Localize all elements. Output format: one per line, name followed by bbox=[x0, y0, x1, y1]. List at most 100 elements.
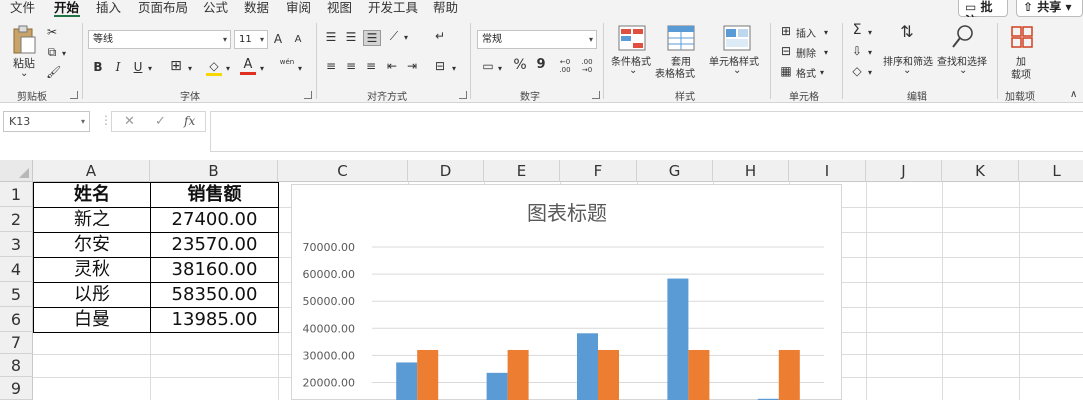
align-bottom-icon[interactable]: ☰ bbox=[363, 30, 381, 46]
orientation-icon[interactable]: ⟋ bbox=[386, 29, 402, 43]
select-all-button[interactable] bbox=[0, 160, 33, 182]
insert-function-icon[interactable]: fx bbox=[184, 114, 195, 128]
format-dropdown-icon[interactable]: ▾ bbox=[818, 66, 826, 80]
menu-developer[interactable]: 开发工具 bbox=[368, 0, 418, 17]
conditional-format-icon[interactable] bbox=[618, 25, 646, 51]
accounting-format-icon[interactable]: ▭ bbox=[480, 59, 496, 73]
fill-dropdown-icon[interactable]: ▾ bbox=[866, 46, 874, 60]
header-cell-name[interactable]: 姓名 bbox=[34, 182, 150, 207]
underline-button[interactable]: U bbox=[132, 60, 144, 74]
merge-dropdown-icon[interactable]: ▾ bbox=[450, 62, 458, 76]
align-top-icon[interactable]: ☰ bbox=[323, 30, 339, 44]
font-color-icon[interactable]: A bbox=[240, 58, 256, 75]
copy-dropdown-icon[interactable]: ▾ bbox=[60, 47, 68, 61]
fill-color-icon[interactable]: ◇ bbox=[206, 59, 222, 76]
sales-cell[interactable]: 27400.00 bbox=[151, 207, 278, 232]
menu-formulas[interactable]: 公式 bbox=[203, 0, 228, 17]
column-header-k[interactable]: K bbox=[942, 160, 1019, 182]
menu-data[interactable]: 数据 bbox=[244, 0, 269, 17]
fill-icon[interactable]: ⇩ bbox=[850, 44, 864, 58]
number-format-select[interactable]: 常规 ▾ bbox=[477, 30, 597, 49]
row-header-1[interactable]: 1 bbox=[0, 182, 33, 207]
format-cells-icon[interactable]: ▦ bbox=[778, 64, 794, 78]
column-header-d[interactable]: D bbox=[408, 160, 484, 182]
format-as-table-label-2[interactable]: 表格格式 bbox=[655, 65, 695, 80]
align-left-icon[interactable]: ≡ bbox=[323, 59, 339, 73]
font-size-select[interactable]: 11 ▾ bbox=[234, 30, 268, 49]
font-name-select[interactable]: 等线 ▾ bbox=[88, 30, 231, 49]
menu-view[interactable]: 视图 bbox=[327, 0, 352, 17]
menu-file[interactable]: 文件 bbox=[10, 0, 35, 17]
formula-input[interactable] bbox=[210, 111, 1083, 152]
paste-icon[interactable] bbox=[11, 25, 37, 55]
column-header-l[interactable]: L bbox=[1019, 160, 1083, 182]
column-header-e[interactable]: E bbox=[484, 160, 560, 182]
borders-dropdown-icon[interactable]: ▾ bbox=[186, 62, 194, 76]
underline-dropdown-icon[interactable]: ▾ bbox=[146, 62, 154, 76]
menu-insert[interactable]: 插入 bbox=[96, 0, 121, 17]
column-header-j[interactable]: J bbox=[866, 160, 942, 182]
name-cell[interactable]: 新之 bbox=[34, 207, 150, 232]
column-header-c[interactable]: C bbox=[278, 160, 408, 182]
addins-label-2[interactable]: 载项 bbox=[1011, 66, 1031, 81]
name-cell[interactable]: 白曼 bbox=[34, 307, 150, 332]
name-cell[interactable]: 灵秋 bbox=[34, 257, 150, 282]
accounting-dropdown-icon[interactable]: ▾ bbox=[496, 62, 504, 76]
decrease-decimal-button[interactable]: .00 →0 bbox=[578, 58, 596, 74]
sort-filter-icon[interactable]: ⇅ bbox=[894, 24, 920, 40]
fill-color-dropdown-icon[interactable]: ▾ bbox=[224, 62, 232, 76]
borders-icon[interactable]: ⊞ bbox=[168, 59, 184, 73]
clear-dropdown-icon[interactable]: ▾ bbox=[866, 66, 874, 80]
confirm-edit-icon[interactable]: ✓ bbox=[155, 114, 166, 129]
column-header-b[interactable]: B bbox=[150, 160, 278, 182]
menu-help[interactable]: 帮助 bbox=[433, 0, 458, 17]
increase-decimal-button[interactable]: ←0 .00 bbox=[556, 58, 574, 74]
column-header-h[interactable]: H bbox=[713, 160, 789, 182]
align-middle-icon[interactable]: ☰ bbox=[343, 30, 359, 44]
format-cells-label[interactable]: 格式 bbox=[796, 65, 816, 80]
find-select-dropdown-icon[interactable]: ⌄ bbox=[959, 65, 967, 76]
insert-dropdown-icon[interactable]: ▾ bbox=[822, 26, 830, 40]
autosum-button[interactable]: Σ bbox=[850, 23, 864, 37]
row-header-5[interactable]: 5 bbox=[0, 282, 33, 307]
grow-font-icon[interactable]: A bbox=[271, 32, 285, 46]
conditional-dropdown-icon[interactable]: ⌄ bbox=[629, 65, 637, 76]
collapse-ribbon-icon[interactable]: ∧ bbox=[1070, 89, 1077, 100]
name-cell[interactable]: 尔安 bbox=[34, 232, 150, 257]
cell-styles-dropdown-icon[interactable]: ⌄ bbox=[733, 65, 741, 76]
cut-icon[interactable]: ✂ bbox=[46, 25, 58, 39]
share-button[interactable]: ⇧ 共享 ▾ bbox=[1016, 0, 1083, 17]
delete-dropdown-icon[interactable]: ▾ bbox=[822, 46, 830, 60]
copy-icon[interactable]: ⧉ bbox=[46, 45, 58, 59]
italic-button[interactable]: I bbox=[112, 60, 124, 74]
comment-button[interactable]: ▭ 批注 bbox=[958, 0, 1008, 28]
row-header-4[interactable]: 4 bbox=[0, 257, 33, 282]
align-right-icon[interactable]: ≡ bbox=[363, 59, 379, 73]
alignment-launcher-icon[interactable] bbox=[459, 91, 467, 99]
menu-page-layout[interactable]: 页面布局 bbox=[138, 0, 188, 17]
format-as-table-icon[interactable] bbox=[667, 25, 695, 51]
phonetic-dropdown-icon[interactable]: ▾ bbox=[296, 62, 304, 76]
phonetic-guide-icon[interactable]: wén bbox=[278, 58, 296, 67]
align-center-icon[interactable]: ≡ bbox=[343, 59, 359, 73]
find-select-icon[interactable] bbox=[951, 24, 975, 50]
cancel-edit-icon[interactable]: ✕ bbox=[124, 114, 135, 129]
sort-filter-dropdown-icon[interactable]: ⌄ bbox=[903, 65, 911, 76]
orientation-dropdown-icon[interactable]: ▾ bbox=[402, 31, 410, 45]
row-header-2[interactable]: 2 bbox=[0, 207, 33, 232]
row-header-9[interactable]: 9 bbox=[0, 377, 33, 400]
name-cell[interactable]: 以彤 bbox=[34, 282, 150, 307]
comma-style-button[interactable]: 9 bbox=[534, 58, 548, 72]
addins-icon[interactable] bbox=[1010, 25, 1034, 51]
percent-style-button[interactable]: % bbox=[512, 58, 528, 72]
row-header-6[interactable]: 6 bbox=[0, 307, 33, 332]
sales-cell[interactable]: 23570.00 bbox=[151, 232, 278, 257]
shrink-font-icon[interactable]: A bbox=[291, 33, 305, 47]
number-launcher-icon[interactable] bbox=[592, 91, 600, 99]
font-launcher-icon[interactable] bbox=[304, 91, 312, 99]
sales-cell[interactable]: 38160.00 bbox=[151, 257, 278, 282]
format-painter-icon[interactable]: 🖌 bbox=[46, 65, 61, 79]
sales-cell[interactable]: 58350.00 bbox=[151, 282, 278, 307]
delete-cells-icon[interactable]: ⊟ bbox=[778, 44, 794, 58]
row-header-3[interactable]: 3 bbox=[0, 232, 33, 257]
